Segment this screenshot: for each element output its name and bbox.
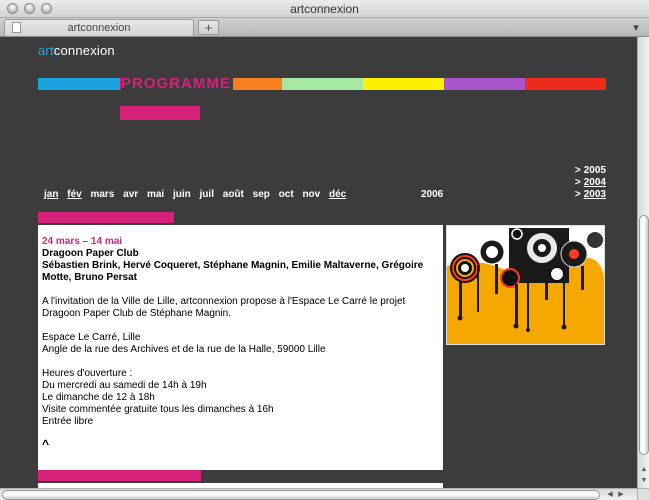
artwork-graphic bbox=[447, 226, 604, 344]
scroll-down-arrow-icon[interactable]: ▼ bbox=[639, 476, 649, 486]
web-page: artconnexion PROGRAMME >2005 >2004 >2003… bbox=[0, 37, 637, 488]
scroll-up-arrow-icon[interactable]: ▲ bbox=[639, 465, 649, 475]
hours-line-1: Du mercredi au samedi de 14h à 19h bbox=[42, 380, 207, 391]
month-aug[interactable]: août bbox=[223, 189, 244, 200]
back-to-top-link[interactable]: ^ bbox=[42, 438, 438, 450]
month-dec[interactable]: déc bbox=[329, 189, 346, 200]
venue-line-2: Angle de la rue des Archives et de la ru… bbox=[42, 344, 326, 355]
nav-bar-red[interactable] bbox=[525, 78, 606, 90]
tab-label: artconnexion bbox=[67, 22, 131, 34]
hours-line-2: Le dimanche de 12 à 18h bbox=[42, 392, 155, 403]
event-intro: A l'invitation de la Ville de Lille, art… bbox=[42, 296, 406, 319]
tab-menu-icon[interactable]: ▾ bbox=[629, 21, 643, 34]
logo-connexion: connexion bbox=[53, 43, 115, 58]
event-artists: Sébastien Brink, Hervé Coqueret, Stéphan… bbox=[42, 260, 424, 283]
month-jul[interactable]: juil bbox=[200, 189, 214, 200]
window-titlebar: artconnexion bbox=[0, 0, 649, 18]
month-bar-march bbox=[38, 212, 174, 223]
event-article: 24 mars – 14 mai Dragoon Paper Club Séba… bbox=[38, 225, 443, 470]
current-year: 2006 bbox=[421, 189, 444, 200]
year-2004[interactable]: >2004 bbox=[575, 177, 606, 189]
bottom-section-bar bbox=[38, 470, 201, 481]
month-jun[interactable]: juin bbox=[173, 189, 191, 200]
section-label-programme[interactable]: PROGRAMME bbox=[121, 75, 233, 92]
hours-heading: Heures d'ouverture : bbox=[42, 368, 133, 379]
year-2003[interactable]: >2003 bbox=[575, 189, 606, 201]
year-2005[interactable]: >2005 bbox=[575, 165, 606, 177]
tab-bar: artconnexion + ▾ bbox=[0, 18, 649, 37]
section-underbar bbox=[120, 106, 200, 120]
month-feb[interactable]: fév bbox=[67, 189, 81, 200]
year-list: >2005 >2004 >2003 bbox=[575, 165, 606, 201]
vertical-scroll-thumb[interactable] bbox=[639, 215, 649, 455]
tab-artconnexion[interactable]: artconnexion bbox=[4, 19, 194, 36]
event-artwork-image bbox=[446, 225, 605, 345]
event-title: Dragoon Paper Club bbox=[42, 248, 139, 259]
logo-art: art bbox=[38, 43, 54, 58]
nav-bar-blue[interactable] bbox=[38, 78, 120, 90]
vertical-scrollbar[interactable]: ▲ ▼ bbox=[637, 37, 649, 488]
nav-bar-yellow[interactable] bbox=[363, 78, 444, 90]
month-may[interactable]: mai bbox=[147, 189, 164, 200]
scroll-right-arrow-icon[interactable]: ▶ bbox=[616, 490, 626, 500]
month-apr[interactable]: avr bbox=[123, 189, 138, 200]
horizontal-scrollbar[interactable]: ◀ ▶ bbox=[0, 488, 637, 500]
nav-bar-green[interactable] bbox=[282, 78, 363, 90]
month-nav: jan fév mars avr mai juin juil août sep … bbox=[44, 189, 352, 200]
month-sep[interactable]: sep bbox=[253, 189, 270, 200]
month-oct[interactable]: oct bbox=[279, 189, 294, 200]
document-icon bbox=[12, 22, 21, 33]
month-jan[interactable]: jan bbox=[44, 189, 58, 200]
hours-line-3: Visite commentée gratuite tous les diman… bbox=[42, 404, 274, 415]
new-tab-button[interactable]: + bbox=[198, 20, 219, 35]
venue-line-1: Espace Le Carré, Lille bbox=[42, 332, 141, 343]
site-logo[interactable]: artconnexion bbox=[38, 43, 115, 58]
window-title: artconnexion bbox=[290, 2, 359, 16]
month-nov[interactable]: nov bbox=[302, 189, 320, 200]
resize-handle-icon[interactable] bbox=[637, 488, 649, 500]
scroll-left-arrow-icon[interactable]: ◀ bbox=[605, 490, 615, 500]
horizontal-scroll-thumb[interactable] bbox=[2, 490, 600, 500]
nav-bar-purple[interactable] bbox=[444, 78, 525, 90]
hours-line-4: Entrée libre bbox=[42, 416, 94, 427]
month-mar[interactable]: mars bbox=[90, 189, 114, 200]
event-dates: 24 mars – 14 mai bbox=[42, 236, 123, 247]
